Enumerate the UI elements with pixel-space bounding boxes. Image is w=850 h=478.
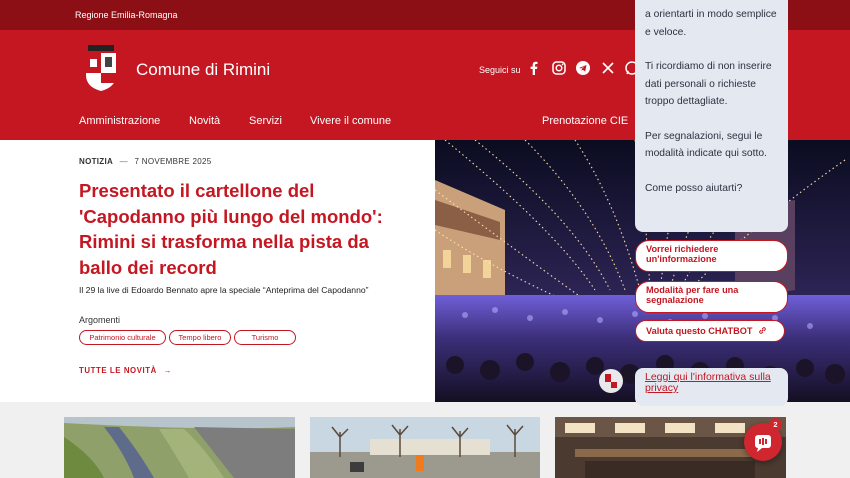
news-meta: NOTIZIA — 7 NOVEMBRE 2025 [79, 157, 211, 166]
chat-notification-badge: 2 [769, 418, 782, 431]
news-headline[interactable]: Presentato il cartellone del 'Capodanno … [79, 178, 409, 280]
instagram-icon[interactable] [551, 60, 567, 76]
chat-message-reports: Per segnalazioni, segui le modalità indi… [645, 130, 767, 160]
follow-label: Seguici su [479, 65, 521, 75]
chat-message-privacy-warning: Ti ricordiamo di non inserire dati perso… [645, 61, 772, 107]
rate-chatbot-label: Valuta questo CHATBOT [646, 326, 753, 336]
news-date: 7 NOVEMBRE 2025 [134, 157, 212, 166]
news-category: NOTIZIA [79, 157, 114, 166]
site-title[interactable]: Comune di Rimini [136, 60, 270, 80]
card-2-photo-art [310, 417, 540, 478]
all-news-link[interactable]: TUTTE LE NOVITÀ → [79, 366, 172, 375]
nav-servizi[interactable]: Servizi [249, 115, 282, 127]
meta-separator: — [119, 157, 128, 166]
all-news-label: TUTTE LE NOVITÀ [79, 366, 157, 375]
rimini-coat-of-arms-logo[interactable] [84, 45, 118, 91]
topic-chip-turismo[interactable]: Turismo [234, 330, 296, 345]
chat-option-rate-chatbot[interactable]: Valuta questo CHATBOT [635, 320, 785, 342]
topics-label: Argomenti [79, 315, 121, 325]
nav-vivere-il-comune[interactable]: Vivere il comune [310, 115, 391, 127]
news-subtitle: Il 29 la live di Edoardo Bennato apre la… [79, 285, 369, 295]
chat-option-report[interactable]: Modalità per fare una segnalazione [635, 281, 788, 313]
nav-amministrazione[interactable]: Amministrazione [79, 115, 160, 127]
chat-privacy-link[interactable]: Leggi qui l'informativa sulla privacy [635, 368, 788, 406]
chatbot-messages: a orientarti in modo semplice e veloce. … [635, 0, 788, 232]
news-card-1-image[interactable] [64, 417, 295, 478]
topic-chip-tempo-libero[interactable]: Tempo libero [169, 330, 231, 345]
news-card-2-image[interactable] [310, 417, 540, 478]
arrow-right-icon: → [163, 366, 173, 375]
card-1-photo-art [64, 417, 295, 478]
telegram-icon[interactable] [575, 60, 591, 76]
facebook-icon[interactable] [526, 60, 542, 76]
chat-message-question: Come posso aiutarti? [645, 182, 743, 194]
link-icon [759, 327, 766, 334]
region-link[interactable]: Regione Emilia-Romagna [75, 10, 178, 20]
nav-novita[interactable]: Novità [189, 115, 220, 127]
topic-chip-patrimonio[interactable]: Patrimonio culturale [79, 330, 166, 345]
x-icon[interactable] [600, 60, 616, 76]
chat-option-information[interactable]: Vorrei richiedere un'informazione [635, 240, 788, 272]
chat-message-intro: a orientarti in modo semplice e veloce. [645, 9, 777, 38]
nav-prenotazione-cie[interactable]: Prenotazione CIE [542, 115, 628, 127]
